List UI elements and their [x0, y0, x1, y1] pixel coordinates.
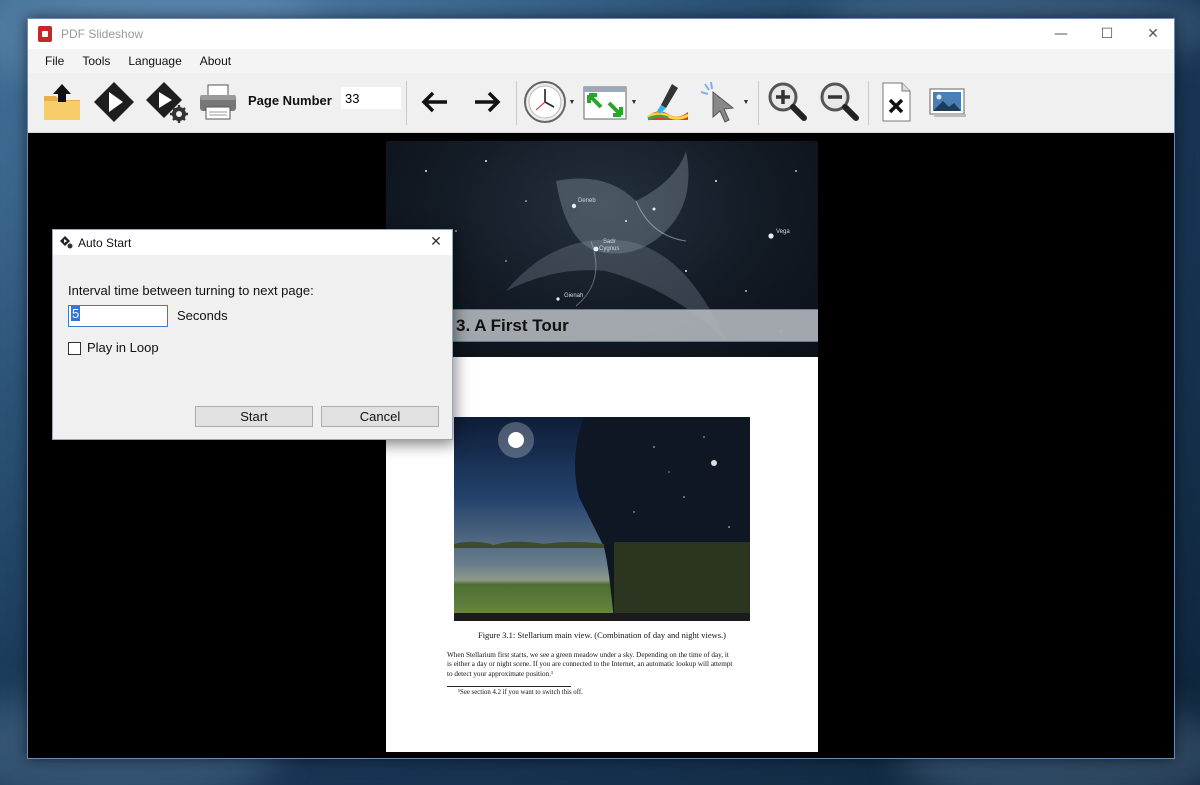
stellarium-figure: [454, 417, 750, 621]
star-label: Sadr: [603, 239, 616, 245]
menu-language[interactable]: Language: [119, 54, 190, 68]
toolbar-separator: [868, 81, 869, 125]
interval-input[interactable]: 5: [68, 305, 168, 327]
page-number-label: Page Number: [248, 93, 332, 108]
toolbar: Page Number ▼ ▼: [28, 73, 1174, 133]
auto-start-dialog: Auto Start ✕ Interval time between turni…: [52, 229, 453, 440]
print-icon[interactable]: [196, 77, 240, 127]
play-in-loop-checkbox[interactable]: [68, 342, 81, 355]
toolbar-separator: [406, 81, 407, 125]
dialog-close-button[interactable]: ✕: [427, 233, 445, 251]
body-paragraph: When Stellarium first starts, we see a g…: [447, 651, 767, 679]
chapter-title: 3. A First Tour: [456, 316, 569, 335]
star-label: Deneb: [578, 198, 596, 204]
play-icon[interactable]: [90, 77, 138, 127]
close-document-icon[interactable]: [876, 77, 916, 127]
interval-label: Interval time between turning to next pa…: [68, 283, 314, 298]
cancel-button[interactable]: Cancel: [321, 406, 439, 427]
color-brush-icon[interactable]: [642, 77, 694, 127]
pointer-dropdown-icon[interactable]: ▼: [743, 99, 750, 106]
star-label: Vega: [776, 229, 790, 235]
clock-dropdown-icon[interactable]: ▼: [569, 99, 576, 106]
seconds-label: Seconds: [177, 308, 228, 323]
play-in-loop-label[interactable]: Play in Loop: [87, 340, 159, 355]
menu-about[interactable]: About: [191, 54, 240, 68]
start-button[interactable]: Start: [195, 406, 313, 427]
pointer-icon[interactable]: ▼: [696, 77, 752, 127]
page-number-input[interactable]: [341, 87, 401, 109]
close-button[interactable]: ✕: [1130, 19, 1176, 49]
star-label: Cygnus: [599, 246, 620, 252]
dialog-title-bar[interactable]: Auto Start ✕: [53, 230, 452, 255]
fit-dropdown-icon[interactable]: ▼: [631, 99, 638, 106]
paragraph-line: is either a day or night scene. If you a…: [447, 660, 733, 669]
clock-icon[interactable]: ▼: [522, 77, 576, 127]
minimize-button[interactable]: —: [1038, 19, 1084, 49]
menu-tools[interactable]: Tools: [73, 54, 119, 68]
paragraph-line: When Stellarium first starts, we see a g…: [447, 651, 729, 659]
menu-file[interactable]: File: [36, 54, 73, 68]
arrow-left-icon[interactable]: [418, 77, 452, 127]
fit-screen-icon[interactable]: ▼: [580, 77, 638, 127]
figure-caption: Figure 3.1: Stellarium main view. (Combi…: [477, 630, 727, 640]
open-folder-icon[interactable]: [40, 77, 84, 127]
menu-bar: File Tools Language About: [28, 49, 1174, 73]
star-label: Gienah: [564, 293, 584, 299]
dialog-play-settings-icon: [60, 236, 73, 249]
toolbar-separator: [516, 81, 517, 125]
paragraph-line: to detect your approximate position.¹: [447, 669, 554, 678]
app-logo-icon: [38, 26, 52, 42]
zoom-in-icon[interactable]: [764, 77, 810, 127]
zoom-out-icon[interactable]: [816, 77, 862, 127]
arrow-right-icon[interactable]: [470, 77, 504, 127]
pdf-viewer[interactable]: Deneb Sadr Cygnus Vega Gienah 3. A First…: [28, 133, 1174, 758]
footnote-rule: [447, 686, 571, 687]
dialog-title: Auto Start: [78, 235, 132, 250]
footnote: ¹See section 4.2 if you want to switch t…: [458, 689, 583, 696]
interval-value: 5: [71, 306, 81, 321]
title-bar[interactable]: PDF Slideshow — ☐ ✕: [28, 19, 1174, 49]
window-title: PDF Slideshow: [61, 27, 144, 41]
picture-icon[interactable]: [926, 77, 970, 127]
toolbar-separator: [758, 81, 759, 125]
play-settings-icon[interactable]: [143, 77, 191, 127]
maximize-button[interactable]: ☐: [1084, 19, 1130, 49]
